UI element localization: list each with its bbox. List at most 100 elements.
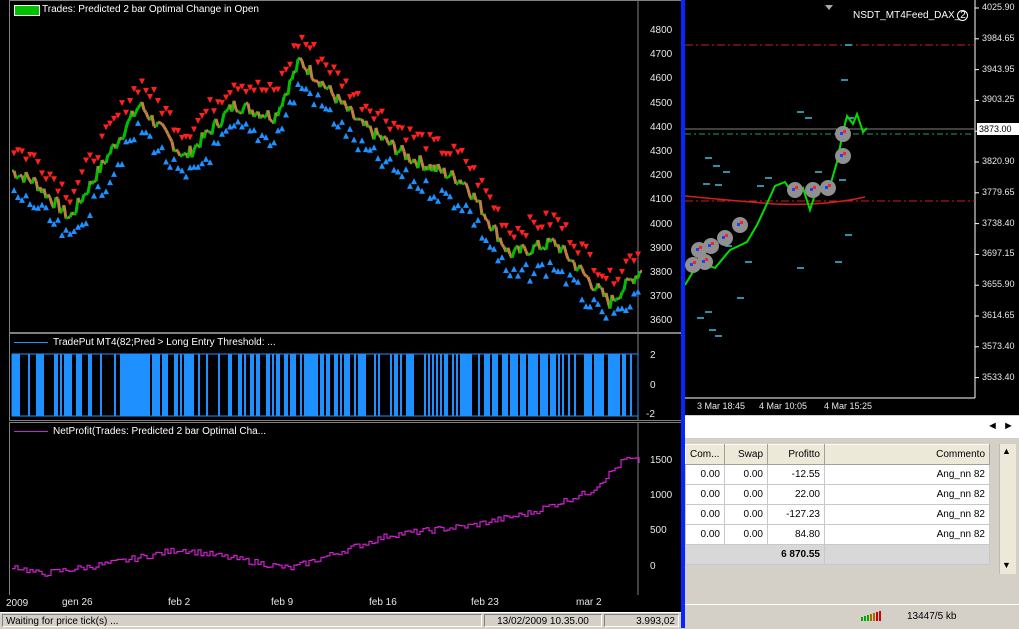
- tradeput-bar: [484, 354, 486, 416]
- scroll-up-icon[interactable]: ▲: [1002, 446, 1011, 456]
- trade-marker-blue: [840, 132, 843, 135]
- buy-arrow: [503, 267, 509, 273]
- tradeput-bar: [158, 354, 160, 416]
- buy-arrow: [63, 227, 69, 233]
- price-segment: [620, 292, 622, 298]
- buy-arrow: [23, 192, 29, 198]
- price-segment: [598, 283, 600, 288]
- price-segment: [234, 101, 236, 110]
- tradeput-bar: [146, 354, 148, 416]
- scroll-right-icon[interactable]: ►: [1003, 420, 1014, 432]
- price-segment: [402, 145, 404, 151]
- tradeput-bar: [596, 354, 598, 416]
- tradeput-bar: [364, 354, 366, 416]
- smiley-icon[interactable]: [957, 10, 968, 21]
- price-segment: [106, 155, 108, 164]
- tradeput-pane[interactable]: TradePut MT4(82;Pred > Long Entry Thresh…: [9, 333, 683, 421]
- sell-arrow: [487, 195, 493, 201]
- tradeput-bar: [574, 354, 576, 416]
- pane1-tick: 4800: [650, 25, 672, 36]
- tradeput-bar: [314, 354, 316, 416]
- tradeput-bar: [256, 354, 258, 416]
- tradeput-bar: [334, 354, 336, 416]
- terminal-status: 13447/5 kb: [685, 604, 1019, 629]
- tradeput-bar: [292, 354, 294, 416]
- tradeput-bar: [142, 354, 144, 416]
- tradeput-bar: [12, 354, 14, 416]
- netprofit-pane[interactable]: NetProfit(Trades: Predicted 2 bar Optima…: [9, 422, 683, 597]
- price-segment: [622, 290, 624, 292]
- table-row[interactable]: 0.00 0.00 -12.55 Ang_nn 82: [686, 465, 990, 485]
- buy-arrow: [159, 144, 165, 150]
- tradeput-bar: [120, 354, 122, 416]
- tradeput-bar: [278, 354, 280, 416]
- price-segment: [396, 151, 398, 154]
- price-segment: [242, 107, 244, 114]
- mt4-chart[interactable]: NSDT_MT4Feed_DAX_2 4025.903984.653943.95…: [685, 0, 1019, 415]
- table-scrollbar[interactable]: ▲ ▼: [999, 444, 1016, 574]
- buy-arrow: [131, 136, 137, 142]
- price-segment: [564, 245, 566, 252]
- scroll-left-icon[interactable]: ◄: [987, 420, 998, 432]
- pane2-tick: -2: [646, 409, 655, 420]
- buy-arrow: [279, 125, 285, 131]
- tradeput-bar: [310, 354, 312, 416]
- sell-arrow: [147, 94, 153, 100]
- sell-arrow: [339, 84, 345, 90]
- sell-arrow: [211, 108, 217, 114]
- buy-arrow: [55, 217, 61, 223]
- table-row[interactable]: 0.00 0.00 22.00 Ang_nn 82: [686, 485, 990, 505]
- buy-arrow: [255, 137, 261, 143]
- sell-arrow: [103, 124, 109, 130]
- buy-arrow: [283, 112, 289, 118]
- tradeput-bar: [344, 354, 346, 416]
- col-header-commission[interactable]: Com...: [686, 445, 725, 465]
- mt4-price-tick: 3820.90: [982, 156, 1015, 166]
- table-row[interactable]: 0.00 0.00 84.80 Ang_nn 82: [686, 525, 990, 545]
- sell-arrow: [523, 233, 529, 239]
- tradeput-svg: [10, 334, 682, 420]
- mt4-price-tick: 3943.95: [982, 64, 1015, 74]
- tradeput-bar: [68, 354, 70, 416]
- price-segment: [344, 101, 346, 106]
- buy-arrow: [499, 254, 505, 260]
- col-header-profit[interactable]: Profitto: [768, 445, 825, 465]
- tradeput-bar: [520, 354, 522, 416]
- pane3-tick: 1500: [650, 455, 672, 466]
- tradeput-bar: [424, 354, 426, 416]
- buy-arrow: [11, 187, 17, 193]
- tradeput-bar: [608, 354, 610, 416]
- buy-arrow: [423, 177, 429, 183]
- sell-arrow: [39, 170, 45, 176]
- col-header-swap[interactable]: Swap: [725, 445, 768, 465]
- cell-swap: 0.00: [725, 485, 768, 505]
- sell-arrow: [251, 88, 257, 94]
- price-segment: [28, 177, 30, 181]
- buy-arrow: [47, 217, 53, 223]
- sell-arrow: [575, 250, 581, 256]
- trade-marker-red: [705, 258, 708, 261]
- terminal-panel: ◄ ► Com... Swap Profitto Commento 0.00 0…: [685, 416, 1019, 628]
- price-segment: [550, 239, 552, 242]
- tradeput-bar: [584, 354, 586, 416]
- price-segment: [142, 102, 144, 110]
- scroll-down-icon[interactable]: ▼: [1002, 560, 1011, 570]
- price-segment: [244, 103, 246, 107]
- price-segment: [572, 260, 574, 262]
- buy-arrow: [579, 296, 585, 302]
- price-trades-pane[interactable]: Trades: Predicted 2 bar Optimal Change i…: [9, 0, 683, 333]
- chart-shift-icon[interactable]: [825, 5, 833, 10]
- price-segment: [74, 213, 76, 215]
- buy-arrow: [95, 183, 101, 189]
- price-segment: [392, 140, 394, 144]
- price-segment: [60, 211, 62, 214]
- buy-arrow: [359, 137, 365, 143]
- table-row[interactable]: 0.00 0.00 -127.23 Ang_nn 82: [686, 505, 990, 525]
- price-segment: [176, 150, 178, 152]
- buy-arrow: [39, 202, 45, 208]
- col-header-comment[interactable]: Commento: [825, 445, 990, 465]
- trade-marker-blue: [722, 236, 725, 239]
- trades-table: Com... Swap Profitto Commento 0.00 0.00 …: [685, 444, 990, 565]
- sell-arrow: [531, 220, 537, 226]
- sell-arrow: [343, 79, 349, 85]
